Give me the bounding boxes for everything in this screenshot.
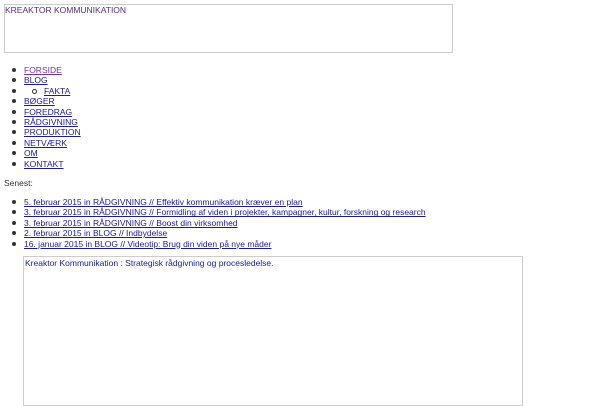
nav-item-blog: BLOG: [12, 75, 81, 85]
nav-link-produktion[interactable]: PRODUKTION: [24, 127, 81, 137]
nav-item-produktion: PRODUKTION: [12, 127, 81, 137]
nav-item-forside: FORSIDE: [12, 65, 81, 75]
recent-post-link[interactable]: 2. februar 2015 in BLOG // Indbydelse: [24, 228, 167, 238]
nav-item-fakta: FAKTA: [32, 86, 81, 96]
nav-subitem-container: FAKTA: [12, 86, 81, 96]
nav-item-boger: BØGER: [12, 96, 81, 106]
site-title-link[interactable]: KREAKTOR KOMMUNIKATION: [5, 5, 126, 15]
recent-post-item: 3. februar 2015 in RÅDGIVNING // Formidl…: [12, 207, 426, 217]
recent-post-item: 5. februar 2015 in RÅDGIVNING // Effekti…: [12, 197, 426, 207]
recent-post-item: 3. februar 2015 in RÅDGIVNING // Boost d…: [12, 218, 426, 228]
recent-posts-label: Senest:: [4, 178, 33, 188]
recent-posts-list: 5. februar 2015 in RÅDGIVNING // Effekti…: [12, 197, 426, 249]
recent-post-link[interactable]: 16. januar 2015 in BLOG // Videotip: Bru…: [24, 239, 271, 249]
nav-item-kontakt: KONTAKT: [12, 159, 81, 169]
main-navigation: FORSIDE BLOG FAKTA BØGER FOREDRAG RÅDGIV…: [12, 65, 81, 169]
recent-post-link[interactable]: 3. februar 2015 in RÅDGIVNING // Formidl…: [24, 207, 426, 217]
site-header: KREAKTOR KOMMUNIKATION: [4, 4, 453, 53]
tagline-link[interactable]: Kreaktor Kommunikation : Strategisk rådg…: [25, 258, 274, 268]
nav-link-fakta[interactable]: FAKTA: [44, 86, 70, 96]
nav-item-om: OM: [12, 148, 81, 158]
nav-link-boger[interactable]: BØGER: [24, 96, 55, 106]
nav-link-forside[interactable]: FORSIDE: [24, 65, 62, 75]
nav-item-radgivning: RÅDGIVNING: [12, 117, 81, 127]
content-panel: Kreaktor Kommunikation : Strategisk rådg…: [23, 256, 523, 406]
nav-item-foredrag: FOREDRAG: [12, 107, 81, 117]
nav-link-foredrag[interactable]: FOREDRAG: [24, 107, 72, 117]
recent-post-link[interactable]: 5. februar 2015 in RÅDGIVNING // Effekti…: [24, 197, 303, 207]
recent-post-item: 2. februar 2015 in BLOG // Indbydelse: [12, 228, 426, 238]
nav-item-netvaerk: NETVÆRK: [12, 138, 81, 148]
nav-link-netvaerk[interactable]: NETVÆRK: [24, 138, 67, 148]
recent-post-link[interactable]: 3. februar 2015 in RÅDGIVNING // Boost d…: [24, 218, 238, 228]
nav-link-blog[interactable]: BLOG: [24, 75, 48, 85]
nav-link-kontakt[interactable]: KONTAKT: [24, 159, 64, 169]
nav-link-om[interactable]: OM: [24, 148, 38, 158]
recent-post-item: 16. januar 2015 in BLOG // Videotip: Bru…: [12, 239, 426, 249]
nav-link-radgivning[interactable]: RÅDGIVNING: [24, 117, 78, 127]
nav-submenu: FAKTA: [24, 86, 81, 96]
